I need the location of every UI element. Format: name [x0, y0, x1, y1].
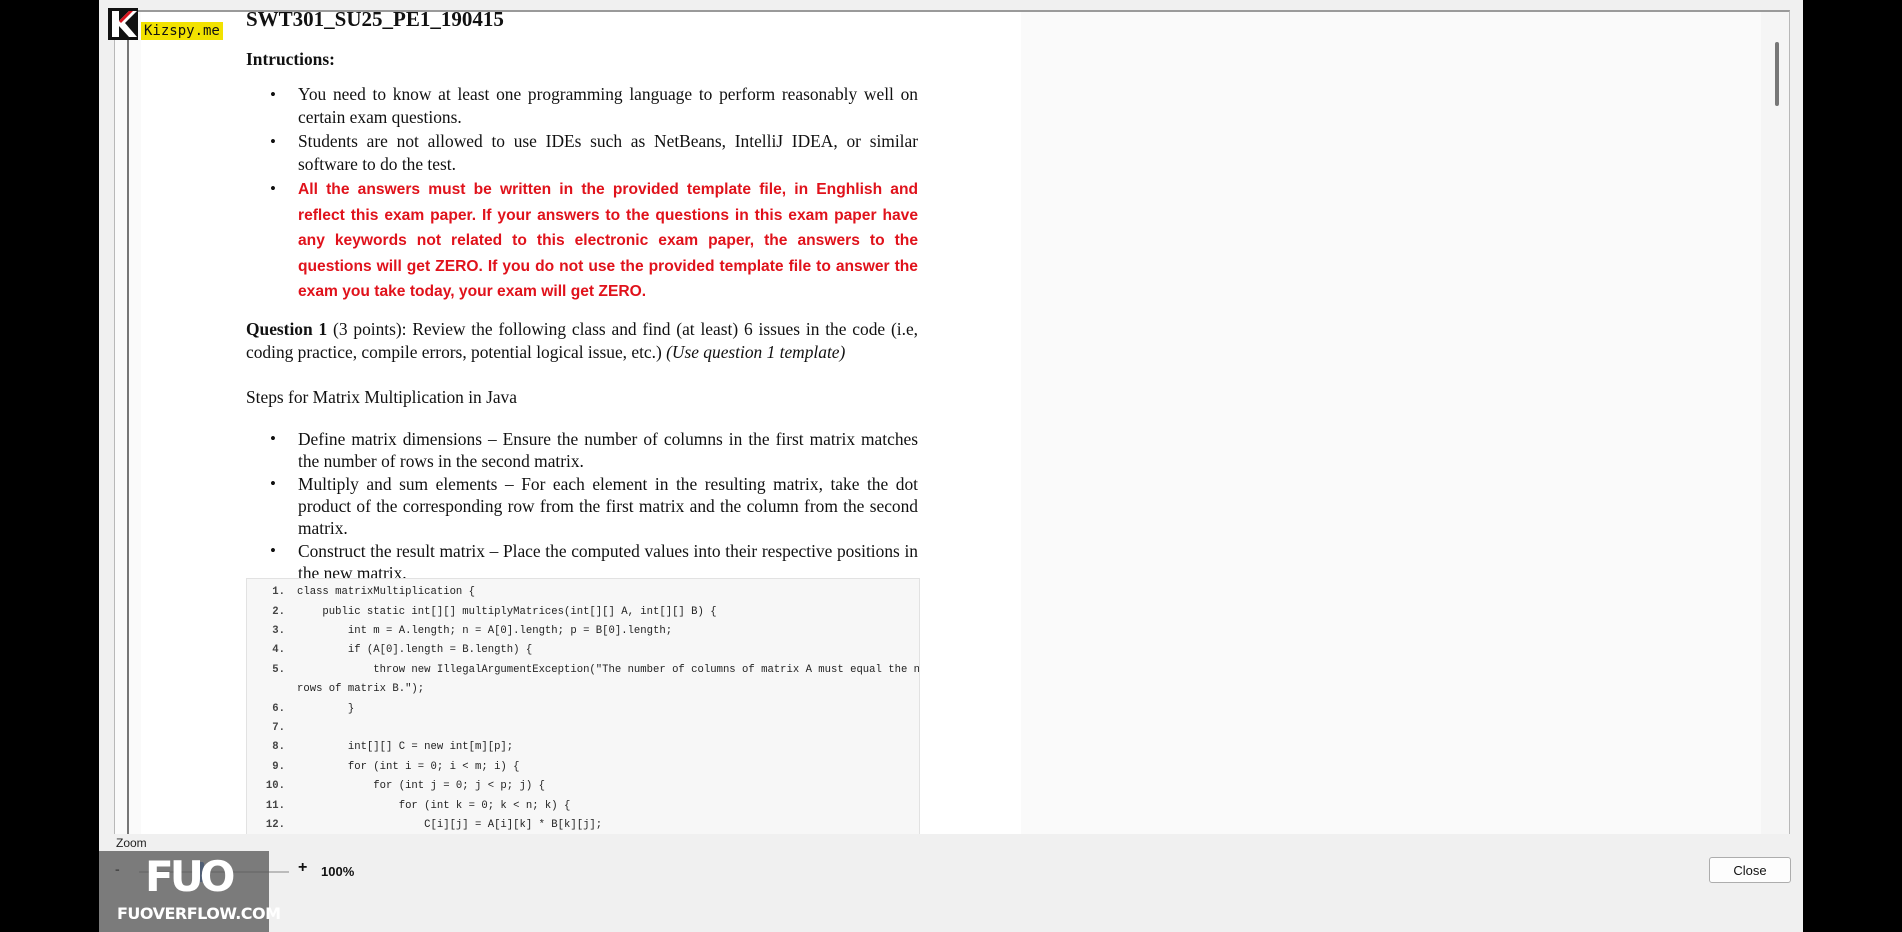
code-line: 6. } [247, 699, 919, 718]
question-1-label: Question 1 [246, 319, 328, 339]
list-item: • Define matrix dimensions – Ensure the n… [246, 428, 918, 472]
list-item: • Multiply and sum elements – For each el… [246, 473, 918, 539]
code-line: 10. for (int j = 0; j < p; j) { [247, 777, 919, 796]
code-line: 12. C[i][j] = A[i][k] * B[k][j]; [247, 816, 919, 834]
code-block: 1. class matrixMultiplication {2. public … [246, 578, 920, 834]
fuo-logo-icon: FUO [145, 852, 235, 901]
code-line: 1. class matrixMultiplication { [247, 583, 919, 602]
steps-title: Steps for Matrix Multiplication in Java [246, 387, 517, 407]
list-item: • Students are not allowed to use IDEs su… [246, 130, 918, 176]
document-viewport[interactable]: SWT301_SU25_PE1_190415 Intructions: • You… [114, 10, 1790, 835]
step-text: Define matrix dimensions – Ensure the nu… [298, 429, 918, 471]
zoom-in-button[interactable]: + [298, 859, 307, 877]
vertical-scrollbar[interactable] [1761, 12, 1789, 834]
code-line: 11. for (int k = 0; k < n; k) { [247, 796, 919, 815]
scrollbar-thumb[interactable] [1775, 42, 1779, 106]
instructions-list: • You need to know at least one programmi… [246, 83, 918, 306]
code-line: 8. int[][] C = new int[m][p]; [247, 738, 919, 757]
bullet-icon: • [270, 179, 276, 198]
bullet-icon: • [270, 132, 276, 151]
code-line-text: } [297, 702, 355, 715]
bottom-toolbar: Zoom - + 100% Close [99, 834, 1803, 932]
code-line: 7. [247, 719, 919, 738]
instruction-text: Students are not allowed to use IDEs suc… [298, 131, 918, 174]
question-1: Question 1 (3 points): Review the follow… [246, 318, 918, 364]
instruction-text: You need to know at least one programmin… [298, 84, 918, 127]
list-item: • All the answers must be written in the … [246, 177, 918, 305]
code-line-number: 12. [265, 818, 285, 831]
code-line-text: C[i][j] = A[i][k] * B[k][j]; [297, 818, 603, 831]
bullet-icon: • [270, 85, 276, 104]
code-line: rows of matrix B."); [247, 680, 919, 699]
code-line-number: 5. [272, 663, 285, 676]
zoom-label: Zoom [116, 836, 147, 850]
document-title: SWT301_SU25_PE1_190415 [246, 12, 504, 31]
step-text: Construct the result matrix – Place the … [298, 541, 918, 583]
instructions-heading: Intructions: [246, 49, 335, 69]
exam-viewer-window: SWT301_SU25_PE1_190415 Intructions: • You… [99, 0, 1803, 932]
kizspy-watermark-text: Kizspy.me [141, 22, 223, 40]
list-item: • You need to know at least one programmi… [246, 83, 918, 129]
bullet-icon: • [270, 429, 276, 448]
steps-list: • Define matrix dimensions – Ensure the n… [246, 428, 918, 585]
warning-instruction-text: All the answers must be written in the p… [298, 181, 918, 301]
code-line: 3. int m = A.length; n = A[0].length; p … [247, 622, 919, 641]
close-button[interactable]: Close [1709, 857, 1791, 883]
code-line: 4. if (A[0].length = B.length) { [247, 641, 919, 660]
code-line: 2. public static int[][] multiplyMatrice… [247, 602, 919, 621]
bullet-icon: • [270, 541, 276, 560]
code-line: 9. for (int i = 0; i < m; i) { [247, 758, 919, 777]
fuo-watermark: FUO FUOVERFLOW.COM [99, 851, 281, 932]
viewport-divider [127, 12, 129, 834]
code-line: 5. throw new IllegalArgumentException("T… [247, 661, 919, 680]
fuo-watermark-site: FUOVERFLOW.COM [117, 904, 281, 923]
question-1-note: (Use question 1 template) [666, 342, 846, 362]
zoom-value: 100% [321, 864, 355, 879]
kizspy-k-logo-icon [108, 8, 138, 40]
step-text: Multiply and sum elements – For each ele… [298, 474, 918, 538]
bullet-icon: • [270, 474, 276, 493]
document-page: SWT301_SU25_PE1_190415 Intructions: • You… [141, 12, 1021, 834]
